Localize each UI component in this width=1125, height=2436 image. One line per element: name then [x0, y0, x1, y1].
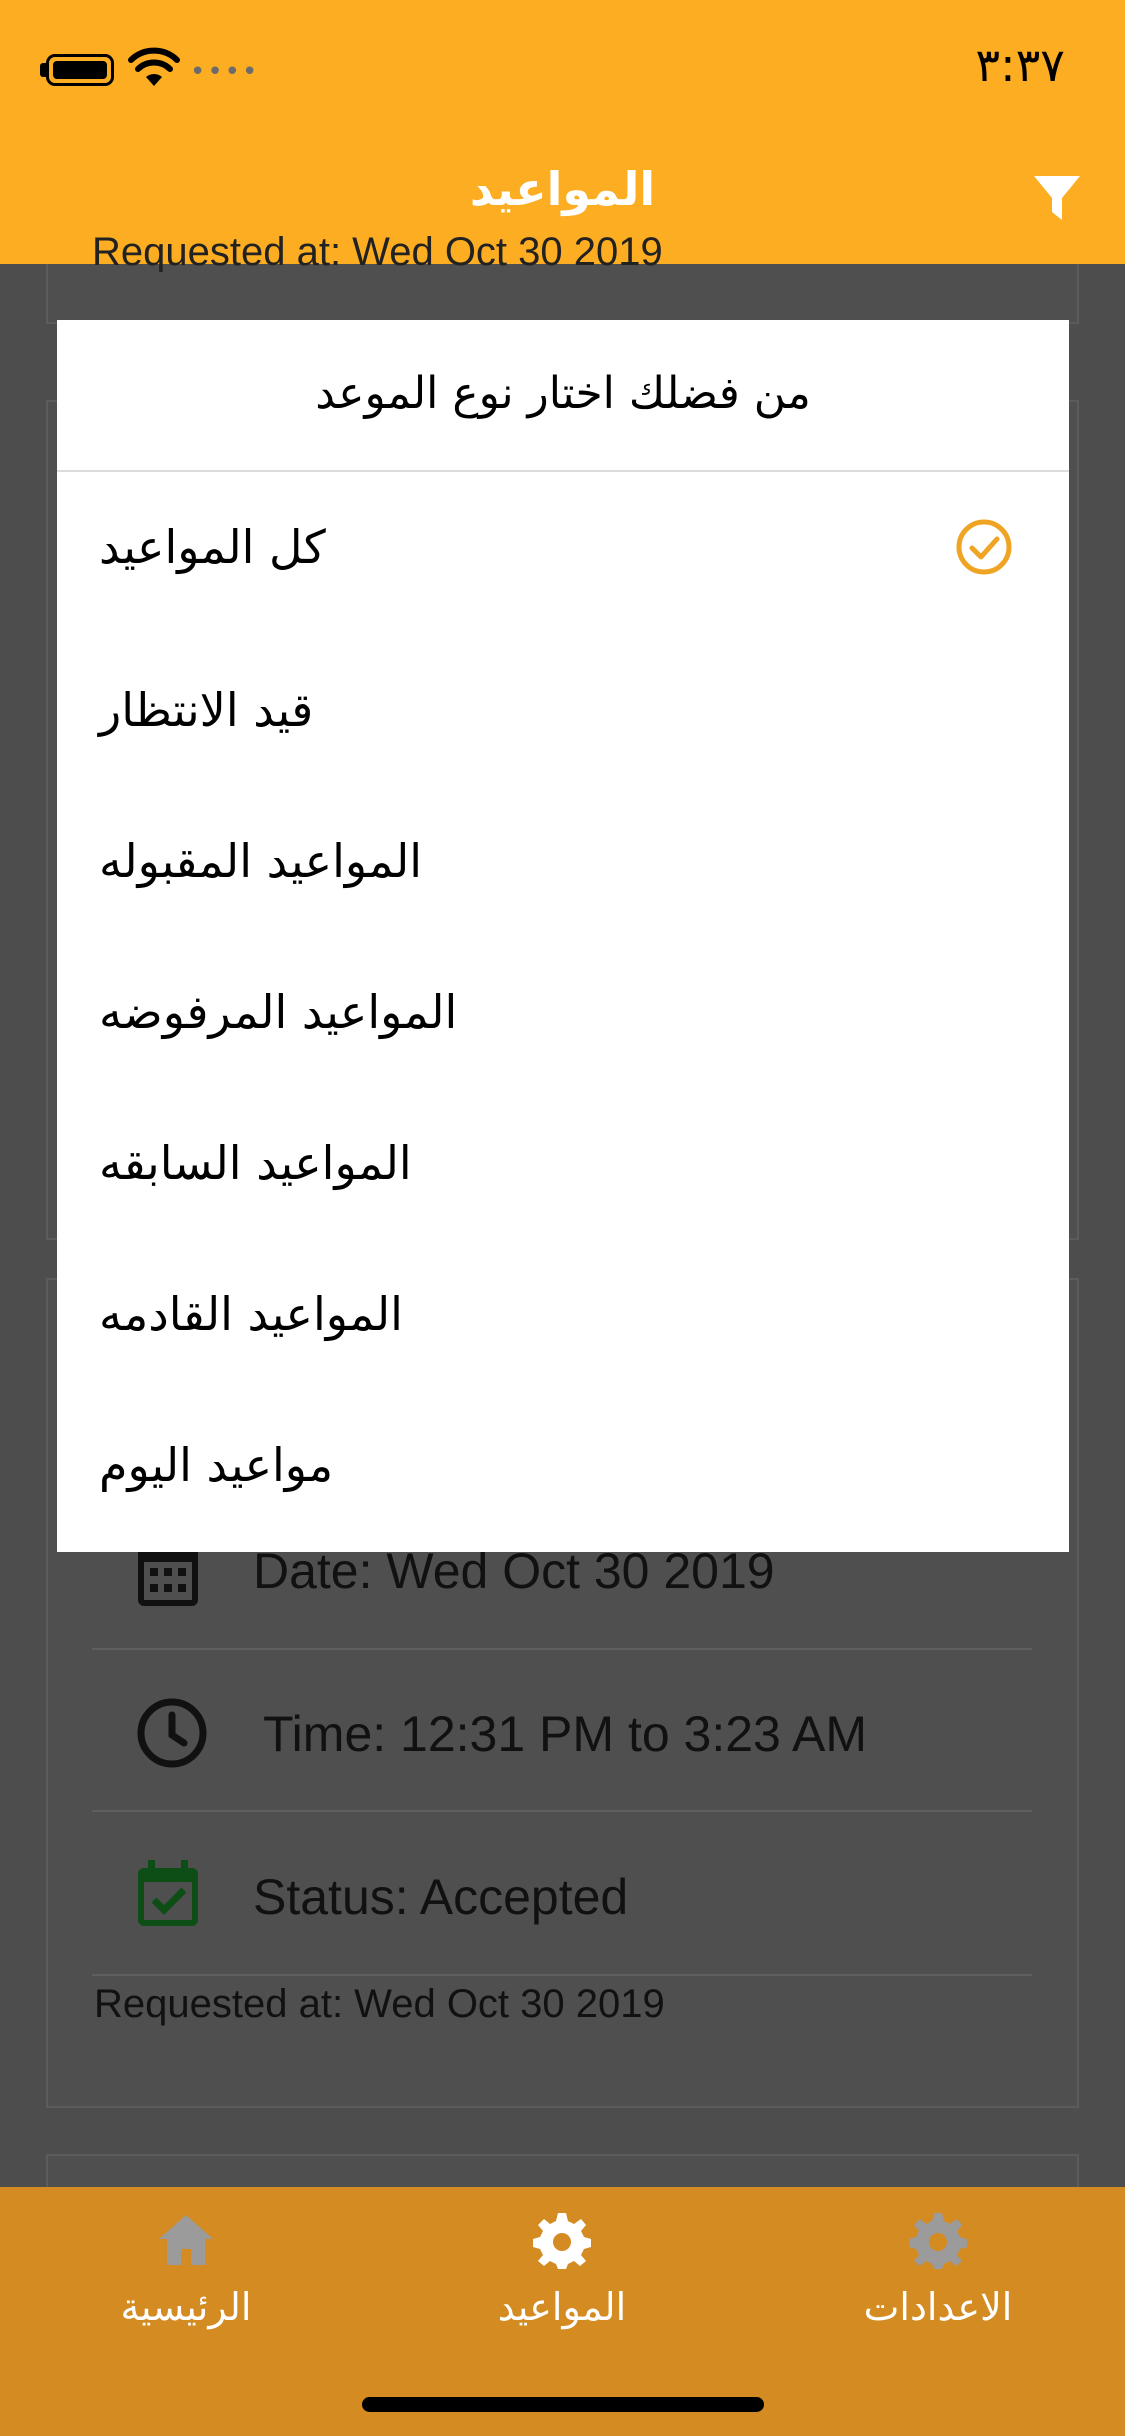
tab-label: الاعدادات [863, 2285, 1013, 2329]
filter-icon[interactable] [1032, 172, 1082, 224]
status-bar: •••• ٣:٣٧ [0, 0, 1125, 132]
signal-dots: •••• [190, 57, 260, 87]
row-divider [92, 1974, 1032, 1976]
background-requested-peek: Requested at: Wed Oct 30 2019 [92, 230, 663, 272]
gear-icon [533, 2213, 591, 2269]
option-label: مواعيد اليوم [99, 1438, 334, 1492]
option-label: المواعيد القادمه [99, 1287, 403, 1341]
tab-settings[interactable]: الاعدادات [788, 2209, 1088, 2349]
option-past[interactable]: المواعيد السابقه [57, 1088, 1069, 1238]
battery-icon [46, 54, 114, 86]
tab-home[interactable]: الرئيسية [36, 2209, 336, 2349]
appointment-type-picker: من فضلك اختار نوع الموعد كل المواعيد قيد… [57, 320, 1069, 1552]
appointment-status: Status: Accepted [253, 1869, 629, 1925]
option-accepted[interactable]: المواعيد المقبوله [57, 786, 1069, 936]
home-indicator [362, 2397, 764, 2412]
wifi-icon [128, 47, 180, 86]
option-label: المواعيد المرفوضه [99, 985, 458, 1039]
option-today[interactable]: مواعيد اليوم [57, 1390, 1069, 1540]
background-card-top [46, 264, 1079, 324]
gear-icon [909, 2213, 967, 2269]
option-rejected[interactable]: المواعيد المرفوضه [57, 937, 1069, 1087]
option-pending[interactable]: قيد الانتظار [57, 635, 1069, 785]
option-all-appointments[interactable]: كل المواعيد [57, 472, 1069, 622]
tab-label: الرئيسية [120, 2285, 252, 2329]
option-label: كل المواعيد [99, 520, 326, 574]
tab-label: المواعيد [497, 2285, 627, 2329]
home-icon [159, 2215, 213, 2265]
row-divider [92, 1648, 1032, 1650]
page-title: المواعيد [469, 162, 656, 216]
appointment-time: Time: 12:31 PM to 3:23 AM [263, 1706, 867, 1762]
picker-title: من فضلك اختار نوع الموعد [315, 368, 811, 419]
tab-appointments[interactable]: المواعيد [412, 2209, 712, 2349]
check-circle-icon [956, 519, 1012, 575]
option-label: المواعيد السابقه [99, 1136, 412, 1190]
option-upcoming[interactable]: المواعيد القادمه [57, 1239, 1069, 1389]
row-divider [92, 1810, 1032, 1812]
option-label: المواعيد المقبوله [99, 834, 423, 888]
calendar-check-icon [138, 1860, 198, 1926]
status-time: ٣:٣٧ [975, 38, 1065, 92]
clock-icon [137, 1698, 207, 1768]
option-label: قيد الانتظار [99, 683, 314, 737]
appointment-requested: Requested at: Wed Oct 30 2019 [94, 1982, 665, 2026]
